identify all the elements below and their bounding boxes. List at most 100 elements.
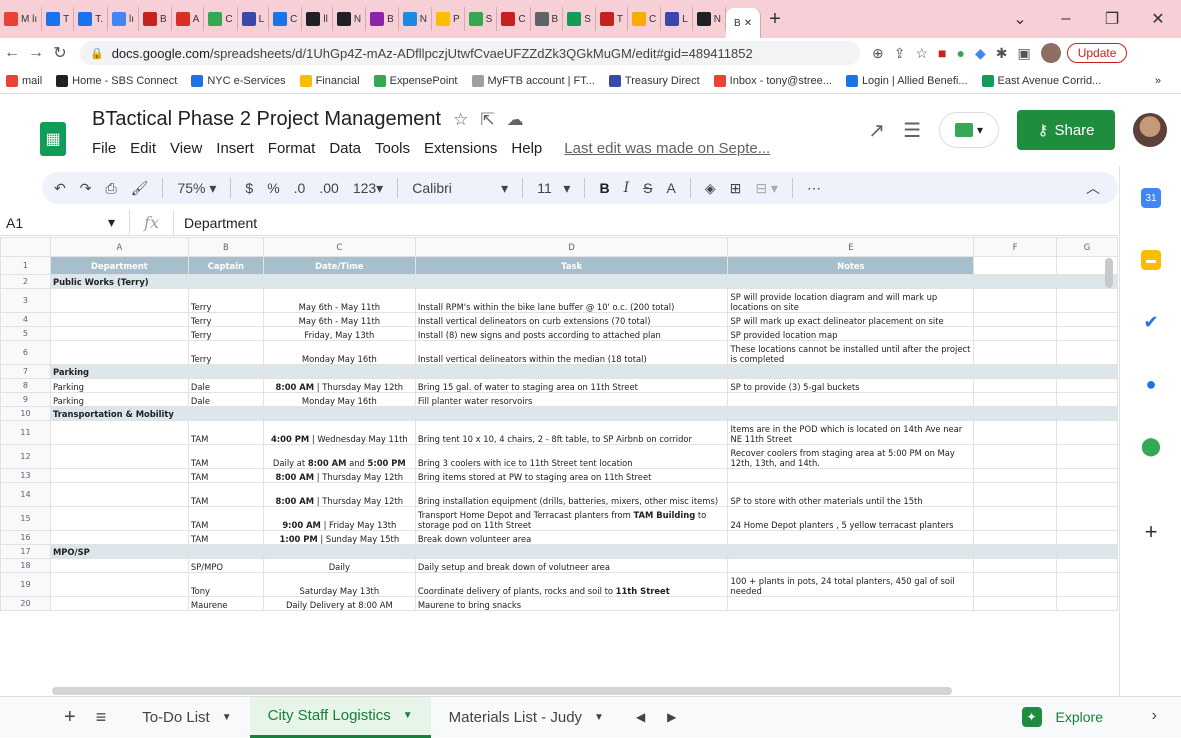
date-time-cell[interactable]: Friday, May 13th — [262, 326, 416, 341]
task-cell[interactable]: Install vertical delineators on curb ext… — [414, 312, 729, 327]
row-number[interactable]: 2 — [0, 274, 51, 289]
column-header[interactable]: C — [262, 237, 416, 257]
bookmark-item[interactable]: mail — [6, 74, 42, 87]
row-number[interactable]: 4 — [0, 312, 51, 327]
notes-cell[interactable]: SP to store with other materials until t… — [727, 482, 975, 507]
star-icon[interactable]: ☆ — [453, 110, 468, 130]
browser-tab[interactable]: N — [693, 7, 727, 31]
puzzle-icon[interactable]: ✱ — [996, 45, 1008, 62]
empty-cell[interactable] — [414, 406, 729, 421]
captain-cell[interactable]: TAM — [187, 530, 264, 545]
menu-extensions[interactable]: Extensions — [424, 140, 497, 157]
italic-button[interactable]: I — [624, 180, 630, 196]
captain-cell[interactable]: TAM — [187, 444, 264, 469]
close-tab-icon[interactable]: ✕ — [744, 18, 752, 29]
empty-cell[interactable] — [973, 544, 1058, 559]
column-header[interactable]: E — [727, 237, 975, 257]
sheet-tab[interactable]: To-Do List ▼ — [124, 697, 249, 738]
empty-cell[interactable] — [973, 340, 1058, 365]
department-cell[interactable] — [49, 482, 189, 507]
close-window-button[interactable]: ✕ — [1135, 9, 1181, 29]
header-cell[interactable]: Task — [414, 256, 729, 275]
empty-cell[interactable] — [727, 544, 975, 559]
formula-input[interactable]: Department — [174, 215, 257, 231]
notes-cell[interactable]: Items are in the POD which is located on… — [727, 420, 975, 445]
date-time-cell[interactable]: 4:00 PM | Wednesday May 11th — [262, 420, 416, 445]
name-box[interactable]: A1 ▾ — [0, 209, 130, 236]
task-cell[interactable]: Coordinate delivery of plants, rocks and… — [414, 572, 729, 597]
document-title[interactable]: BTactical Phase 2 Project Management — [92, 108, 441, 131]
menu-help[interactable]: Help — [511, 140, 542, 157]
row-number[interactable]: 18 — [0, 558, 51, 573]
captain-cell[interactable]: Maurene — [187, 596, 264, 611]
task-cell[interactable]: Break down volunteer area — [414, 530, 729, 545]
meet-button[interactable]: ▾ — [939, 112, 999, 148]
column-header[interactable]: G — [1056, 237, 1118, 257]
share-page-icon[interactable]: ⇪ — [894, 45, 906, 62]
captain-cell[interactable]: Dale — [187, 392, 264, 407]
captain-cell[interactable]: Terry — [187, 326, 264, 341]
empty-cell[interactable] — [973, 326, 1058, 341]
empty-cell[interactable] — [262, 544, 416, 559]
empty-cell[interactable] — [973, 530, 1058, 545]
extension-icon[interactable]: ● — [957, 45, 965, 61]
row-number[interactable]: 5 — [0, 326, 51, 341]
browser-tab[interactable]: T — [596, 7, 628, 31]
browser-tab[interactable]: C — [497, 7, 531, 31]
empty-cell[interactable] — [973, 392, 1058, 407]
task-cell[interactable]: Install (8) new signs and posts accordin… — [414, 326, 729, 341]
paint-format-icon[interactable]: 🖌 — [131, 180, 149, 197]
browser-tab[interactable]: B — [139, 7, 172, 31]
empty-cell[interactable] — [973, 420, 1058, 445]
sheets-logo-icon[interactable]: ▦ — [40, 122, 66, 156]
row-number[interactable]: 9 — [0, 392, 51, 407]
menu-data[interactable]: Data — [329, 140, 361, 157]
empty-cell[interactable] — [973, 378, 1058, 393]
update-button[interactable]: Update — [1066, 43, 1128, 63]
row-number[interactable]: 10 — [0, 406, 51, 421]
merge-cells-icon[interactable]: ⊟ ▾ — [755, 180, 778, 197]
row-number[interactable]: 15 — [0, 506, 51, 531]
add-addon-icon[interactable]: + — [1141, 519, 1161, 544]
department-cell[interactable] — [49, 506, 189, 531]
date-time-cell[interactable]: Daily — [262, 558, 416, 573]
bookmark-item[interactable]: East Avenue Corrid... — [981, 74, 1101, 87]
header-cell[interactable]: Notes — [727, 256, 975, 275]
task-cell[interactable]: Bring 15 gal. of water to staging area o… — [414, 378, 729, 393]
contacts-icon[interactable]: ● — [1141, 374, 1161, 394]
department-cell[interactable] — [49, 468, 189, 483]
font-size-select[interactable]: 11 ▾ — [537, 180, 570, 197]
all-sheets-icon[interactable]: ≡ — [96, 707, 107, 728]
empty-cell[interactable] — [727, 364, 975, 379]
captain-cell[interactable]: TAM — [187, 468, 264, 483]
browser-tab[interactable]: L — [661, 7, 693, 31]
scroll-left-icon[interactable]: ◀ — [636, 710, 645, 724]
department-cell[interactable] — [49, 312, 189, 327]
restore-button[interactable]: ❐ — [1089, 9, 1135, 29]
row-number[interactable]: 6 — [0, 340, 51, 365]
empty-cell[interactable] — [414, 544, 729, 559]
browser-tab[interactable]: C — [269, 7, 303, 31]
section-title-cell[interactable]: Parking — [49, 364, 189, 379]
bookmark-item[interactable]: NYC e-Services — [191, 74, 286, 87]
minimize-button[interactable]: – — [1043, 10, 1089, 28]
captain-cell[interactable]: Dale — [187, 378, 264, 393]
browser-tab[interactable]: ll — [302, 7, 333, 31]
captain-cell[interactable]: Terry — [187, 340, 264, 365]
browser-tab[interactable]: N — [333, 7, 367, 31]
scrollbar-thumb[interactable] — [1105, 258, 1113, 288]
department-cell[interactable]: Parking — [49, 378, 189, 393]
empty-cell[interactable] — [262, 274, 416, 289]
empty-cell[interactable] — [973, 596, 1058, 611]
collapse-menus-icon[interactable]: ︿ — [1086, 178, 1100, 198]
row-number[interactable]: 7 — [0, 364, 51, 379]
empty-cell[interactable] — [262, 364, 416, 379]
empty-cell[interactable] — [414, 364, 729, 379]
keep-icon[interactable]: ▬ — [1141, 250, 1161, 270]
cloud-status-icon[interactable]: ☁ — [507, 110, 524, 130]
notes-cell[interactable]: These locations cannot be installed unti… — [727, 340, 975, 365]
task-cell[interactable]: Daily setup and break down of volutneer … — [414, 558, 729, 573]
bookmark-item[interactable]: Financial — [299, 74, 360, 87]
department-cell[interactable] — [49, 326, 189, 341]
maps-icon[interactable]: ⬤ — [1141, 436, 1161, 456]
